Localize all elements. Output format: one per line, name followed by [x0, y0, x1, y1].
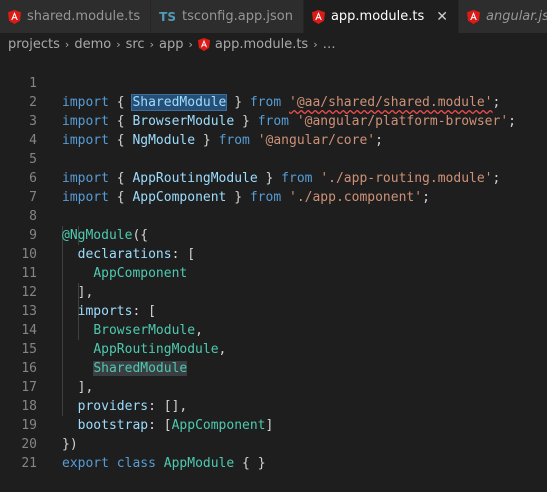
code-line[interactable]: 1 import { SharedModule } from '@aa/shar…: [0, 55, 547, 111]
code-line[interactable]: 9 declarations: [: [0, 207, 547, 262]
code-line[interactable]: 14 AppRoutingModule,: [0, 302, 547, 357]
tab-bar: shared.module.ts TS tsconfig.app.json ap…: [0, 0, 547, 33]
class-name: AppModule: [163, 456, 235, 471]
code-line[interactable]: 20 export class AppModule { }: [0, 416, 547, 471]
code-line[interactable]: 19 }): [0, 397, 547, 452]
breadcrumb-item-projects[interactable]: projects: [8, 37, 60, 52]
code-line[interactable]: 16 ],: [0, 340, 547, 395]
code-line[interactable]: 12 imports: [: [0, 264, 547, 319]
breadcrumb-item-file[interactable]: app.module.ts: [197, 36, 309, 52]
keyword-class: class: [116, 456, 156, 471]
typescript-config-icon: TS: [159, 9, 176, 24]
tab-shared-module[interactable]: shared.module.ts: [0, 0, 152, 33]
breadcrumb-item-src[interactable]: src: [126, 37, 145, 52]
breadcrumb: projects › demo › src › app › app.module…: [0, 33, 547, 55]
breadcrumb-item-demo[interactable]: demo: [74, 37, 111, 52]
angular-icon: [311, 9, 325, 24]
tab-tsconfig-app[interactable]: TS tsconfig.app.json: [151, 0, 304, 33]
code-line[interactable]: 3 import { NgModule } from '@angular/cor…: [0, 93, 547, 148]
tab-label: app.module.ts: [330, 9, 425, 24]
angular-icon: [467, 9, 480, 24]
breadcrumb-more[interactable]: …: [323, 37, 336, 52]
tab-app-module[interactable]: app.module.ts ✕: [303, 0, 459, 33]
angular-icon: [8, 9, 21, 24]
code-line[interactable]: 13 BrowserModule,: [0, 283, 547, 338]
tab-angular-json[interactable]: angular.json: [459, 0, 547, 33]
code-line[interactable]: 17 providers: [],: [0, 359, 547, 414]
punct: { }: [234, 456, 266, 471]
code-line[interactable]: 4: [0, 112, 547, 148]
code-line[interactable]: 2 import { BrowserModule } from '@angula…: [0, 74, 547, 129]
code-line[interactable]: 21: [0, 435, 547, 471]
tab-label: angular.json: [486, 9, 547, 24]
code-line[interactable]: 18 bootstrap: [AppComponent]: [0, 378, 547, 433]
chevron-right-icon: ›: [188, 37, 193, 51]
code-line[interactable]: 11 ],: [0, 245, 547, 300]
code-line[interactable]: 7: [0, 169, 547, 205]
chevron-right-icon: ›: [64, 37, 70, 51]
chevron-right-icon: ›: [116, 37, 121, 51]
tab-label: shared.module.ts: [27, 9, 141, 24]
breadcrumb-file-label: app.module.ts: [214, 36, 309, 52]
chevron-right-icon: ›: [313, 37, 318, 51]
code-line[interactable]: 10 AppComponent: [0, 226, 547, 281]
breadcrumb-item-app[interactable]: app: [159, 37, 183, 52]
keyword-export: export: [62, 456, 109, 471]
angular-icon: [197, 37, 210, 51]
chevron-right-icon: ›: [149, 37, 154, 51]
code-line[interactable]: 8 @NgModule({: [0, 188, 547, 243]
code-line[interactable]: 5 import { AppRoutingModule } from './ap…: [0, 131, 547, 186]
close-icon[interactable]: ✕: [436, 9, 448, 25]
code-line[interactable]: 6 import { AppComponent } from './app.co…: [0, 150, 547, 205]
tab-label: tsconfig.app.json: [181, 9, 293, 24]
code-line[interactable]: 15 SharedModule: [0, 321, 547, 376]
code-editor[interactable]: 1 import { SharedModule } from '@aa/shar…: [0, 55, 547, 471]
line-number: 21: [21, 456, 37, 471]
